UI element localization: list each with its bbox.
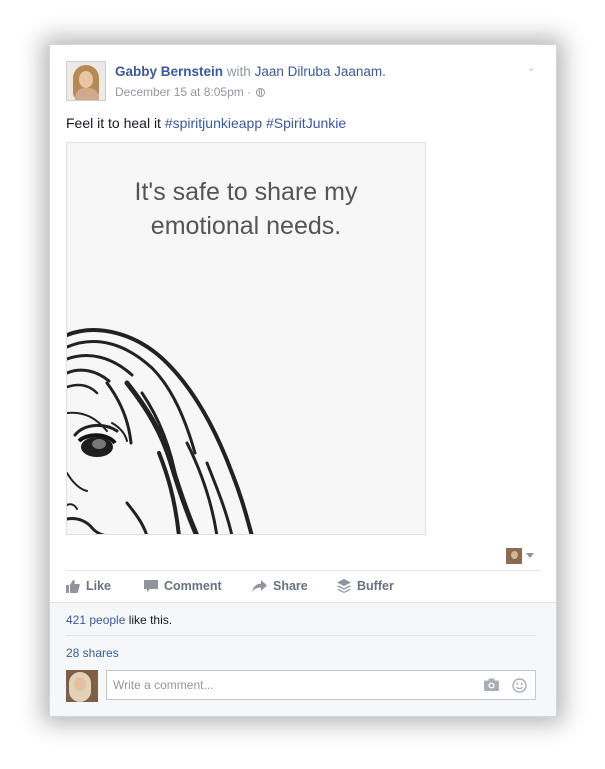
share-button[interactable]: Share [252,579,308,593]
like-button[interactable]: Like [66,579,111,593]
likes-suffix: like this. [125,613,173,627]
divider [66,570,540,571]
comment-input[interactable] [113,671,453,699]
comment-row [66,670,536,702]
hashtag-link[interactable]: #spiritjunkieapp [165,115,262,131]
post-meta: December 15 at 8:05pm · [115,85,266,99]
comment-box[interactable] [106,670,536,700]
post-photo[interactable]: It's safe to share my emotional needs. [66,142,426,535]
photo-quote-text: It's safe to share my emotional needs. [134,178,358,240]
viewer-selector[interactable] [506,547,540,565]
like-label: Like [86,579,112,593]
post-caption: Feel it to heal it #spiritjunkieapp #Spi… [66,115,346,131]
author-avatar[interactable] [66,61,106,101]
buffer-button[interactable]: Buffer [337,579,394,593]
share-label: Share [273,579,308,593]
globe-icon[interactable] [256,88,266,97]
buffer-label: Buffer [357,579,394,593]
likes-count-link[interactable]: 421 people [66,613,125,627]
smiley-icon[interactable] [512,678,527,693]
post-timestamp[interactable]: December 15 at 8:05pm [115,85,244,99]
author-name[interactable]: Gabby Bernstein [115,64,223,79]
camera-icon[interactable] [484,678,499,691]
caret-down-icon [526,553,534,558]
post-header: Gabby Bernstein with Jaan Dilruba Jaanam… [66,61,540,103]
comment-icon [144,580,158,592]
post-footer: 421 people like this. 28 shares [50,602,556,716]
viewer-avatar [506,548,522,564]
thumbs-up-icon [66,580,80,593]
chevron-down-icon[interactable]: ⌄ [527,61,536,74]
share-arrow-icon [252,580,267,592]
post-names: Gabby Bernstein with Jaan Dilruba Jaanam… [115,64,386,79]
buffer-layers-icon [337,579,351,593]
with-text: with [226,64,251,79]
action-bar: Like Comment Share Buffer [66,572,540,602]
tagged-name[interactable]: Jaan Dilruba Jaanam. [255,64,386,79]
hashtag-link[interactable]: #SpiritJunkie [266,115,346,131]
likes-summary: 421 people like this. [66,613,172,627]
shares-link[interactable]: 28 shares [66,646,119,660]
meta-separator: · [247,85,252,99]
caption-text: Feel it to heal it [66,115,161,131]
comment-label: Comment [164,579,222,593]
comment-button[interactable]: Comment [144,579,222,593]
divider [66,635,536,636]
woman-sketch-illustration [67,328,254,534]
user-avatar[interactable] [66,670,98,702]
post-card: Gabby Bernstein with Jaan Dilruba Jaanam… [49,44,557,717]
